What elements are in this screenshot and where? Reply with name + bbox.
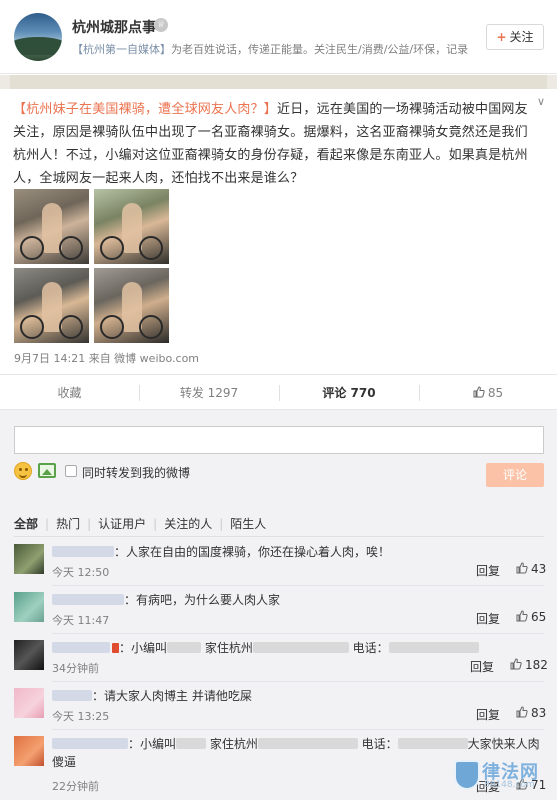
comment-text: ：有病吧，为什么要人肉人家 (52, 591, 542, 609)
reply-button[interactable]: 回复 (476, 706, 500, 723)
comment-time: 今天 11:47 (52, 614, 110, 627)
repost-checkbox-label: 同时转发到我的微博 (82, 466, 191, 480)
comment-time: 34分钟前 (52, 662, 99, 675)
comment-item: ：小编叫 家住杭州 电话： 34分钟前 回复 182 (0, 636, 557, 682)
comment-button[interactable]: 评论 770 (279, 375, 419, 411)
comment-username[interactable] (52, 738, 128, 749)
thumbs-up-icon (510, 658, 522, 670)
comment-time: 22分钟前 (52, 780, 99, 793)
shield-icon (454, 760, 480, 790)
tab-verified[interactable]: 认证用户 (98, 517, 146, 531)
comment-filter-tabs: 全部 | 热门 | 认证用户 | 关注的人 | 陌生人 (14, 517, 267, 531)
comment-username[interactable] (52, 642, 110, 653)
post-topic-link[interactable]: 【杭州妹子在美国裸骑，遭全球网友人肉？】 (13, 102, 277, 117)
comment-item: ：人家在自由的国度裸骑，你还在操心着人肉，唉！ 今天 12:50 回复 43 (0, 540, 557, 586)
comment-text: ：小编叫 家住杭州 电话： (52, 639, 542, 657)
comment-username[interactable] (52, 546, 114, 557)
comment-like-button[interactable]: 182 (510, 658, 548, 672)
header-divider (0, 75, 557, 89)
thumbs-up-icon (516, 706, 528, 718)
post-text: 【杭州妹子在美国裸骑，遭全球网友人肉？】近日，远在美国的一场裸骑活动被中国网友关… (13, 102, 528, 186)
comment-like-button[interactable]: 65 (516, 610, 546, 624)
member-badge-icon (112, 643, 119, 653)
avatar[interactable] (14, 688, 44, 718)
comment-input[interactable] (14, 426, 544, 454)
emoji-icon[interactable] (14, 462, 32, 480)
collect-button[interactable]: 收藏 (0, 375, 139, 411)
thumbs-up-icon (516, 562, 528, 574)
tab-strangers[interactable]: 陌生人 (230, 517, 266, 531)
repost-checkbox[interactable] (65, 465, 77, 477)
tab-all[interactable]: 全部 (14, 517, 38, 531)
photo-thumbnail[interactable] (94, 189, 169, 264)
verified-badge-icon: ♕ (154, 18, 168, 32)
photo-grid (14, 189, 170, 343)
comment-time: 今天 12:50 (52, 566, 110, 579)
comment-item: ：请大家人肉博主 并请他吃屎 今天 13:25 回复 83 (0, 684, 557, 730)
thumbs-up-icon (516, 610, 528, 622)
plus-icon: + (496, 30, 507, 44)
photo-thumbnail[interactable] (94, 268, 169, 343)
avatar[interactable] (14, 544, 44, 574)
thumbs-up-icon (473, 386, 485, 398)
reply-button[interactable]: 回复 (470, 658, 494, 675)
repost-button[interactable]: 转发 1297 (139, 375, 279, 411)
watermark-logo: 律法网 88148.com (452, 756, 548, 796)
account-name[interactable]: 杭州城那点事 (72, 17, 156, 37)
profile-header: 杭州城那点事 ♕ 【杭州第一自媒体】为老百姓说话，传递正能量。关注民生/消费/公… (0, 0, 557, 74)
comment-text: ：人家在自由的国度裸骑，你还在操心着人肉，唉！ (52, 543, 542, 561)
photo-thumbnail[interactable] (14, 268, 89, 343)
comment-username[interactable] (52, 594, 124, 605)
comment-like-button[interactable]: 43 (516, 562, 546, 576)
comment-section: 同时转发到我的微博 评论 全部 | 热门 | 认证用户 | 关注的人 | 陌生人 ：人家在自由的… (0, 410, 557, 800)
comment-text: ：请大家人肉博主 并请他吃屎 (52, 687, 542, 705)
comment-item: ：有病吧，为什么要人肉人家 今天 11:47 回复 65 (0, 588, 557, 634)
comment-time: 今天 13:25 (52, 710, 110, 723)
tab-following[interactable]: 关注的人 (164, 517, 212, 531)
tab-hot[interactable]: 热门 (56, 517, 80, 531)
post-meta: 9月7日 14:21 来自 微博 weibo.com (14, 352, 200, 365)
photo-thumbnail[interactable] (14, 189, 89, 264)
comment-like-button[interactable]: 83 (516, 706, 546, 720)
submit-comment-button[interactable]: 评论 (486, 463, 544, 487)
reply-button[interactable]: 回复 (476, 562, 500, 579)
avatar[interactable] (14, 736, 44, 766)
account-description: 【杭州第一自媒体】为老百姓说话，传递正能量。关注民生/消费/公益/环保，记录 (72, 43, 469, 56)
image-upload-icon[interactable] (38, 463, 56, 478)
follow-button[interactable]: + 关注 (486, 24, 544, 50)
post-action-bar: 收藏 转发 1297 评论 770 85 (0, 374, 557, 410)
avatar[interactable] (14, 592, 44, 622)
like-button[interactable]: 85 (419, 375, 557, 411)
comment-username[interactable] (52, 690, 92, 701)
chevron-down-icon[interactable]: ∨ (537, 95, 545, 108)
avatar[interactable] (14, 640, 44, 670)
reply-button[interactable]: 回复 (476, 610, 500, 627)
avatar[interactable] (14, 13, 62, 61)
